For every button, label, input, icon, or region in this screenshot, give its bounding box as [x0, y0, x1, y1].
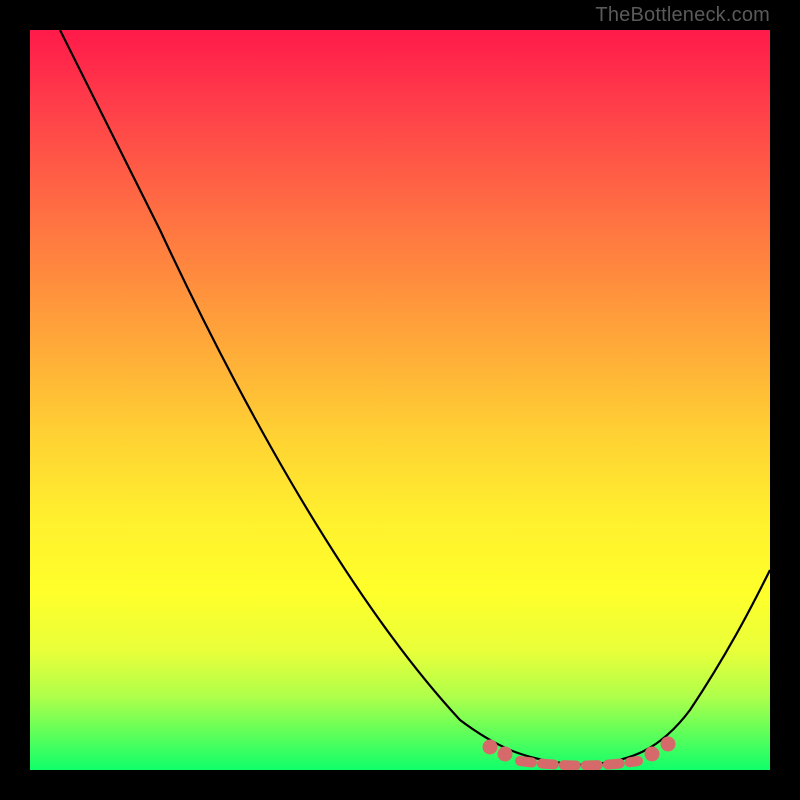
gradient-plot-area: [30, 30, 770, 770]
chart-container: TheBottleneck.com: [0, 0, 800, 800]
watermark-text: TheBottleneck.com: [595, 4, 770, 27]
